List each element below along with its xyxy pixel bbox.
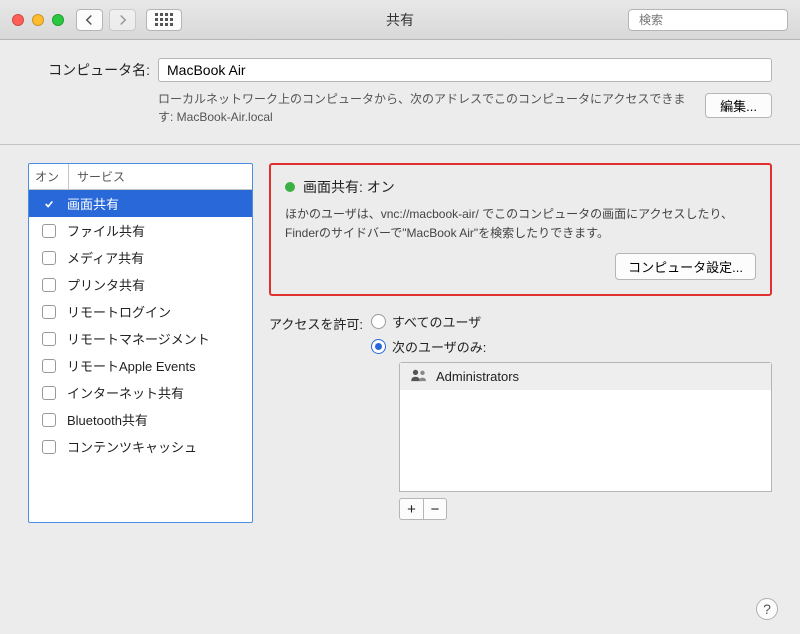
service-checkbox[interactable]	[42, 197, 56, 211]
computer-name-description: ローカルネットワーク上のコンピュータから、次のアドレスでこのコンピュータにアクセ…	[158, 90, 705, 126]
service-name: ファイル共有	[63, 221, 145, 240]
service-item[interactable]: プリンタ共有	[29, 271, 252, 298]
access-section: アクセスを許可: すべてのユーザ 次のユーザのみ:	[269, 312, 772, 520]
service-name: リモートマネージメント	[63, 329, 210, 348]
service-item[interactable]: リモートマネージメント	[29, 325, 252, 352]
sharing-body: オン サービス 画面共有ファイル共有メディア共有プリンタ共有リモートログインリモ…	[0, 145, 800, 535]
service-checkbox[interactable]	[42, 251, 56, 265]
services-items: 画面共有ファイル共有メディア共有プリンタ共有リモートログインリモートマネージメン…	[29, 190, 252, 522]
traffic-lights	[12, 14, 64, 26]
service-checkbox[interactable]	[42, 224, 56, 238]
service-name: メディア共有	[63, 248, 144, 267]
apps-grid-icon	[155, 13, 173, 26]
remove-user-button[interactable]: −	[423, 498, 447, 520]
service-item[interactable]: ファイル共有	[29, 217, 252, 244]
service-item[interactable]: コンテンツキャッシュ	[29, 433, 252, 460]
titlebar: 共有	[0, 0, 800, 40]
user-item[interactable]: Administrators	[400, 363, 771, 390]
computer-settings-button[interactable]: コンピュータ設定...	[615, 253, 756, 280]
service-checkbox[interactable]	[42, 386, 56, 400]
service-name: 画面共有	[63, 194, 119, 213]
service-checkbox[interactable]	[42, 332, 56, 346]
service-item[interactable]: リモートApple Events	[29, 352, 252, 379]
status-indicator-icon	[285, 182, 295, 192]
status-description: ほかのユーザは、vnc://macbook-air/ でこのコンピュータの画面に…	[285, 205, 756, 243]
user-list[interactable]: Administrators	[399, 362, 772, 492]
column-header-on: オン	[29, 164, 69, 189]
service-checkbox[interactable]	[42, 440, 56, 454]
service-checkbox[interactable]	[42, 413, 56, 427]
service-item[interactable]: 画面共有	[29, 190, 252, 217]
user-name: Administrators	[436, 369, 519, 384]
services-list: オン サービス 画面共有ファイル共有メディア共有プリンタ共有リモートログインリモ…	[28, 163, 253, 523]
service-name: Bluetooth共有	[63, 410, 148, 429]
back-button[interactable]	[76, 9, 103, 31]
service-name: リモートログイン	[63, 302, 171, 321]
service-item[interactable]: リモートログイン	[29, 298, 252, 325]
search-field[interactable]	[628, 9, 788, 31]
service-checkbox[interactable]	[42, 305, 56, 319]
radio-all-label: すべてのユーザ	[392, 312, 481, 331]
service-checkbox[interactable]	[42, 359, 56, 373]
radio-all-users[interactable]: すべてのユーザ	[371, 312, 772, 331]
service-name: リモートApple Events	[63, 356, 196, 375]
minimize-window-button[interactable]	[32, 14, 44, 26]
service-item[interactable]: インターネット共有	[29, 379, 252, 406]
radio-only-label: 次のユーザのみ:	[392, 337, 486, 356]
status-box: 画面共有: オン ほかのユーザは、vnc://macbook-air/ でこのコ…	[269, 163, 772, 296]
service-name: コンテンツキャッシュ	[63, 437, 197, 456]
window-title: 共有	[386, 10, 414, 30]
help-button[interactable]: ?	[756, 598, 778, 620]
zoom-window-button[interactable]	[52, 14, 64, 26]
show-all-button[interactable]	[146, 9, 182, 31]
service-item[interactable]: Bluetooth共有	[29, 406, 252, 433]
service-name: プリンタ共有	[63, 275, 145, 294]
computer-name-input[interactable]	[158, 58, 772, 82]
add-user-button[interactable]: +	[399, 498, 423, 520]
status-title: 画面共有: オン	[303, 177, 395, 197]
service-detail: 画面共有: オン ほかのユーザは、vnc://macbook-air/ でこのコ…	[269, 163, 772, 523]
column-header-service: サービス	[69, 164, 252, 189]
service-name: インターネット共有	[63, 383, 184, 402]
computer-name-section: コンピュータ名: ローカルネットワーク上のコンピュータから、次のアドレスでこのコ…	[0, 40, 800, 145]
radio-only-users[interactable]: 次のユーザのみ:	[371, 337, 772, 356]
users-icon	[410, 368, 428, 385]
forward-button[interactable]	[109, 9, 136, 31]
computer-name-label: コンピュータ名:	[28, 60, 150, 80]
close-window-button[interactable]	[12, 14, 24, 26]
search-input[interactable]	[639, 13, 794, 27]
access-label: アクセスを許可:	[269, 314, 363, 333]
edit-button[interactable]: 編集...	[705, 93, 772, 118]
service-item[interactable]: メディア共有	[29, 244, 252, 271]
nav-buttons	[76, 9, 182, 31]
service-checkbox[interactable]	[42, 278, 56, 292]
